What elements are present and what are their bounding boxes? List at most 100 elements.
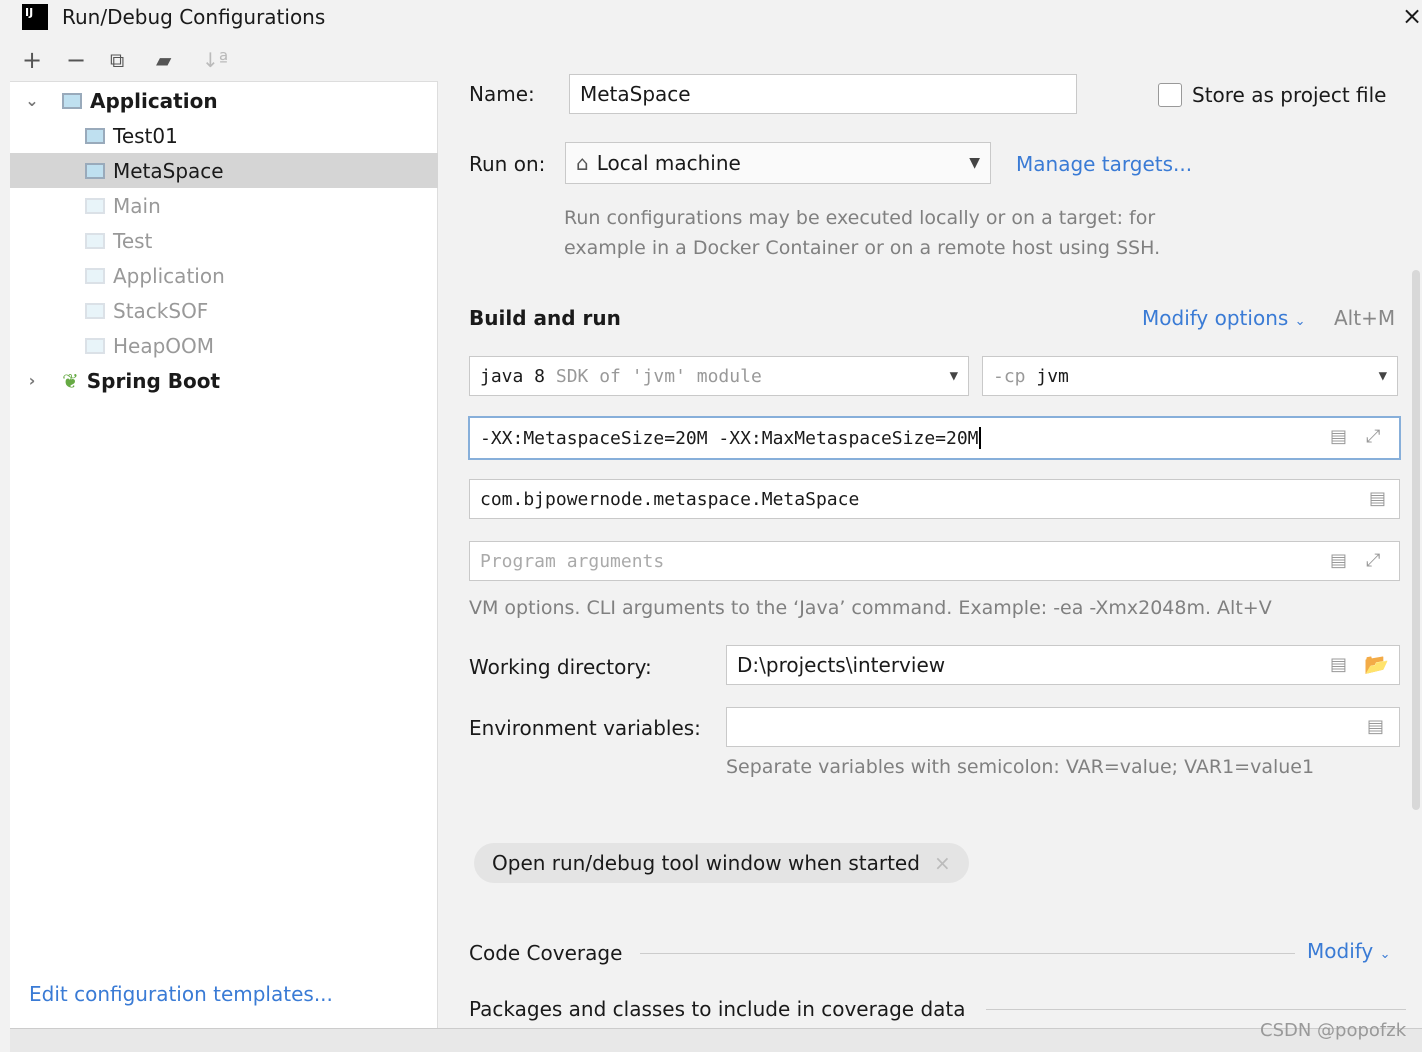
chevron-down-icon: ▼ (969, 155, 980, 171)
run-on-value: Local machine (596, 151, 741, 175)
application-icon (85, 337, 105, 354)
sdk-sub: SDK of 'jvm' module (555, 365, 762, 387)
store-label: Store as project file (1192, 83, 1387, 107)
document-icon[interactable]: ▤ (1330, 550, 1347, 571)
scrollbar[interactable] (1412, 270, 1420, 810)
application-icon (85, 302, 105, 319)
program-args-placeholder: Program arguments (480, 550, 665, 572)
code-coverage-label: Code Coverage (469, 941, 623, 965)
tree-item-label: HeapOOM (113, 333, 215, 358)
env-hint: Separate variables with semicolon: VAR=v… (726, 756, 1315, 778)
tree-item[interactable]: MetaSpace (10, 153, 438, 188)
tree-item[interactable]: Main (10, 188, 438, 223)
tree-item-label: Test01 (113, 123, 178, 148)
tree-item-label: Main (113, 193, 161, 218)
text-cursor (978, 427, 981, 449)
workdir-input[interactable]: D:\projects\interview (726, 645, 1400, 685)
tree-group-label: Application (90, 88, 218, 113)
window-title: Run/Debug Configurations (62, 5, 326, 29)
modify-options-link[interactable]: Modify options ⌄ (1142, 306, 1306, 330)
expand-icon[interactable]: ⤢ (1366, 426, 1380, 447)
tree-item[interactable]: Application (10, 258, 438, 293)
divider (986, 1009, 1406, 1010)
chevron-down-icon: ⌄ (1294, 314, 1306, 329)
tree-item-label: StackSOF (113, 298, 209, 323)
tree-item[interactable]: Test (10, 223, 438, 258)
chevron-down-icon[interactable]: ⌄ (20, 91, 44, 110)
modify-shortcut: Alt+M (1334, 306, 1396, 330)
remove-icon[interactable]: − (66, 46, 86, 74)
tree-toolbar: + − ⧉ ▰ ↓ª (10, 40, 438, 82)
intellij-logo: IJ (22, 4, 48, 30)
cp-prefix: -cp (993, 365, 1026, 387)
application-icon (62, 92, 82, 109)
tree-item-label: Application (113, 263, 225, 288)
modify-label: Modify (1307, 939, 1374, 963)
name-label: Name: (469, 82, 535, 106)
env-input[interactable] (726, 707, 1400, 747)
workdir-value: D:\projects\interview (737, 653, 946, 677)
open-tool-window-chip[interactable]: Open run/debug tool window when started … (474, 843, 969, 883)
chevron-right-icon[interactable]: › (20, 371, 44, 390)
chevron-down-icon: ▼ (1378, 368, 1387, 384)
workdir-label: Working directory: (469, 655, 652, 679)
vm-options-value: -XX:MetaspaceSize=20M -XX:MaxMetaspaceSi… (480, 427, 979, 449)
chip-label: Open run/debug tool window when started (492, 851, 920, 875)
sort-icon[interactable]: ↓ª (202, 48, 228, 72)
classpath-dropdown[interactable]: -cp jvm ▼ (982, 356, 1398, 396)
vm-hint: VM options. CLI arguments to the ‘Java’ … (469, 597, 1272, 619)
sdk-dropdown[interactable]: java 8 SDK of 'jvm' module ▼ (469, 356, 969, 396)
expand-icon[interactable]: ⤢ (1366, 550, 1380, 571)
modify-coverage-link[interactable]: Modify ⌄ (1307, 939, 1391, 963)
name-input[interactable]: MetaSpace (569, 74, 1077, 114)
run-hint-line2: example in a Docker Container or on a re… (564, 237, 1161, 259)
store-project-checkbox[interactable] (1158, 83, 1182, 107)
close-icon[interactable]: × (934, 851, 951, 875)
close-icon[interactable]: × (1402, 2, 1422, 30)
document-icon[interactable]: ▤ (1330, 654, 1347, 675)
tree-group-label: Spring Boot (86, 368, 221, 393)
modify-options-label: Modify options (1142, 306, 1289, 330)
tree-group[interactable]: › ❦ Spring Boot (10, 363, 438, 398)
tree-item[interactable]: StackSOF (10, 293, 438, 328)
application-icon (85, 267, 105, 284)
vm-options-input[interactable]: -XX:MetaspaceSize=20M -XX:MaxMetaspaceSi… (468, 416, 1401, 460)
tree-item-label: MetaSpace (113, 158, 224, 183)
application-icon (85, 127, 105, 144)
new-folder-icon[interactable]: ▰ (156, 48, 171, 72)
home-icon: ⌂ (576, 151, 589, 175)
sdk-main: java 8 (480, 365, 546, 387)
divider (640, 953, 1295, 954)
watermark: CSDN @popofzk (1260, 1020, 1407, 1041)
main-class-input[interactable]: com.bjpowernode.metaspace.MetaSpace (469, 479, 1400, 519)
packages-label: Packages and classes to include in cover… (469, 997, 966, 1021)
folder-icon[interactable]: 📂 (1364, 652, 1389, 676)
program-arguments-input[interactable]: Program arguments (469, 541, 1400, 581)
tree-item[interactable]: HeapOOM (10, 328, 438, 363)
chevron-down-icon: ▼ (949, 368, 958, 384)
tree-group[interactable]: ⌄ Application (10, 83, 438, 118)
chevron-down-icon: ⌄ (1379, 947, 1391, 962)
document-icon[interactable]: ▤ (1367, 716, 1384, 737)
run-on-label: Run on: (469, 152, 546, 176)
manage-targets-link[interactable]: Manage targets... (1016, 152, 1192, 176)
tree-item[interactable]: Test01 (10, 118, 438, 153)
spring-boot-icon: ❦ (62, 368, 79, 393)
main-class-value: com.bjpowernode.metaspace.MetaSpace (480, 488, 860, 510)
env-label: Environment variables: (469, 716, 701, 740)
add-icon[interactable]: + (22, 46, 42, 74)
document-icon[interactable]: ▤ (1369, 488, 1386, 509)
run-on-dropdown[interactable]: ⌂ Local machine ▼ (565, 142, 991, 184)
button-bar (10, 1028, 1422, 1052)
build-run-heading: Build and run (469, 306, 621, 330)
application-icon (85, 162, 105, 179)
document-icon[interactable]: ▤ (1330, 426, 1347, 447)
application-icon (85, 232, 105, 249)
run-hint-line1: Run configurations may be executed local… (564, 207, 1156, 229)
tree-item-label: Test (113, 228, 153, 253)
application-icon (85, 197, 105, 214)
edit-templates-link[interactable]: Edit configuration templates... (29, 982, 333, 1006)
cp-value: jvm (1036, 365, 1069, 387)
name-value: MetaSpace (580, 82, 691, 106)
copy-icon[interactable]: ⧉ (110, 48, 124, 72)
